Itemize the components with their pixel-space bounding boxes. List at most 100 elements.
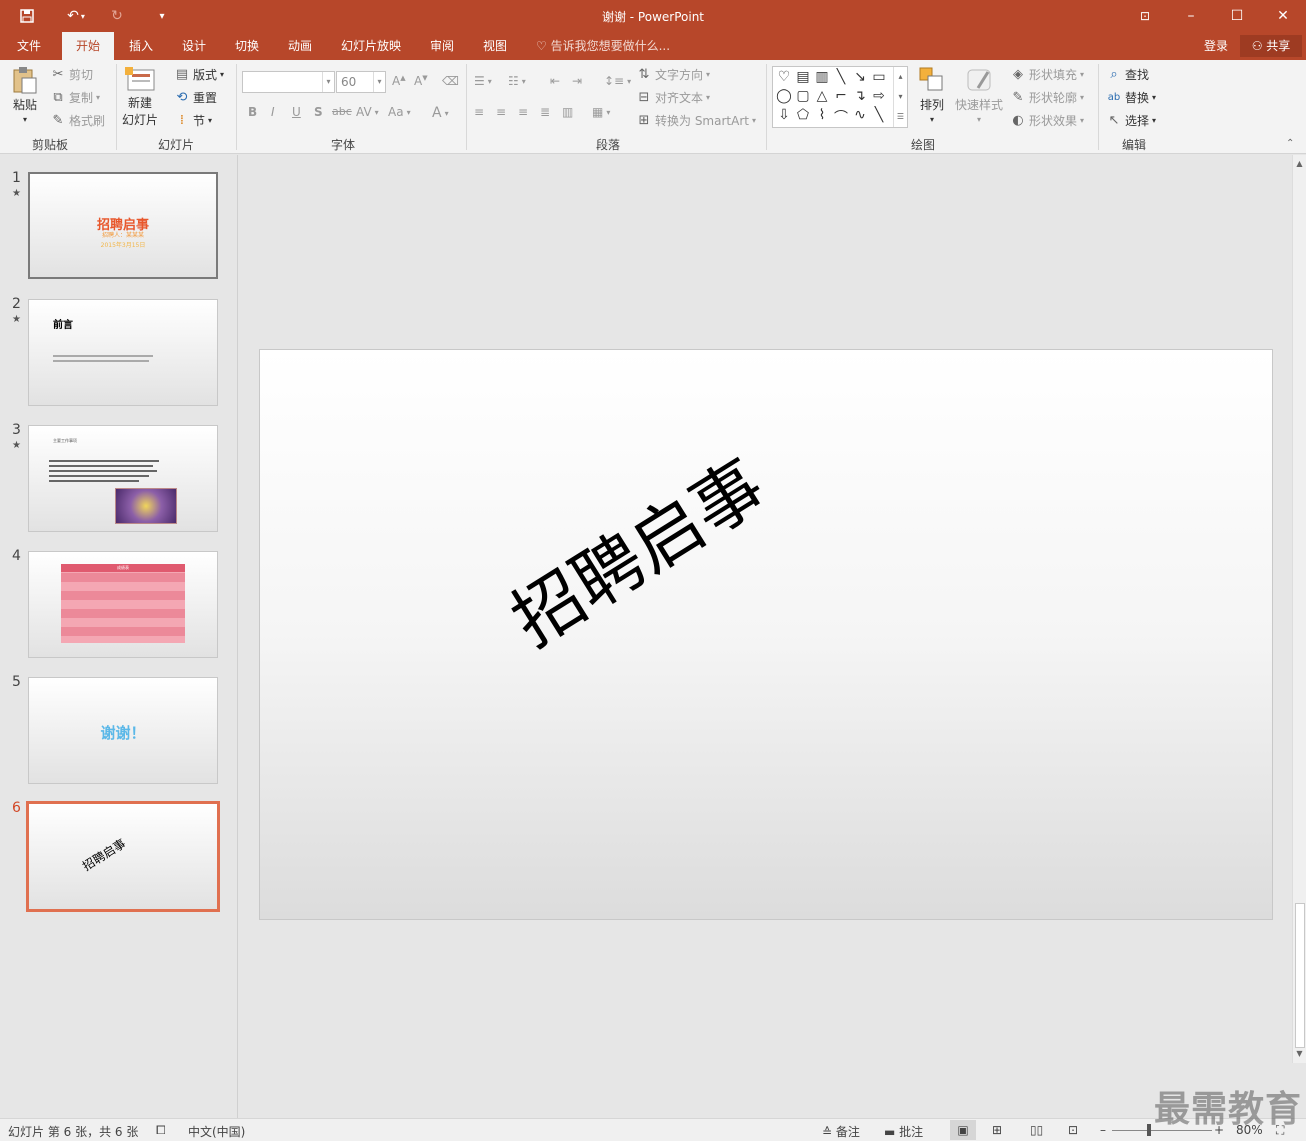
reading-view-icon[interactable]: ▯▯ [1030, 1123, 1043, 1137]
font-color-button[interactable]: A ▾ [432, 105, 449, 121]
align-text-button[interactable]: ⊟ 对齐文本 ▾ [636, 89, 710, 106]
smartart-button[interactable]: ⊞ 转换为 SmartArt ▾ [636, 112, 756, 129]
bullets-button[interactable]: ☰ ▾ [474, 74, 492, 88]
shapes-gallery[interactable]: ♡ ▤ ▥ ╲ ↘ ▭ ◯ ▢ △ ⌐ ↴ ⇨ ⇩ ⬠ ⌇ ⌒ ∿ ╲ ▴ ▾ ☰ [772, 66, 908, 128]
slide-sorter-icon[interactable]: ⊞ [992, 1123, 1002, 1137]
decrease-indent-button[interactable]: ⇤ [550, 74, 560, 88]
ribbon-display-icon[interactable]: ⊡ [1122, 0, 1168, 32]
tab-view[interactable]: 视图 [472, 32, 518, 60]
slideshow-icon[interactable]: ⊡ [1068, 1123, 1078, 1137]
tab-home[interactable]: 开始 [62, 32, 114, 60]
bold-button[interactable]: B [248, 105, 257, 119]
italic-button[interactable]: I [271, 105, 275, 119]
arc-shape-icon[interactable]: ⌒ [832, 107, 850, 127]
char-spacing-button[interactable]: AV ▾ [356, 105, 379, 119]
spellcheck-icon[interactable]: ⧠ [156, 1123, 166, 1138]
line-shape-icon[interactable]: ╲ [832, 69, 850, 85]
columns-button[interactable]: ▦ ▾ [592, 105, 610, 119]
elbow-connector-icon[interactable]: ⌐ [832, 88, 850, 104]
rectangle-shape-icon[interactable]: ▭ [870, 69, 888, 85]
slide-thumbnail-3[interactable]: 主要工作事项 [28, 425, 218, 532]
align-right-button[interactable]: ≡ [518, 105, 528, 119]
scroll-thumb[interactable] [1295, 903, 1305, 1048]
share-button[interactable]: ⚇ 共享 [1240, 35, 1302, 57]
collapse-ribbon-icon[interactable]: ⌃ [1286, 138, 1294, 149]
scribble-shape-icon[interactable]: ⌇ [813, 107, 831, 123]
slide-thumbnail-5[interactable]: 谢谢！ [28, 677, 218, 784]
heart-shape-icon[interactable]: ♡ [775, 69, 793, 85]
quick-styles-button[interactable]: 快速样式 ▾ [955, 66, 1003, 124]
replace-button[interactable]: ab 替换 ▾ [1106, 89, 1156, 106]
format-painter-button[interactable]: ✎ 格式刷 [50, 112, 105, 129]
scroll-up-icon[interactable]: ▲ [1293, 157, 1306, 171]
current-slide[interactable] [259, 349, 1273, 920]
shape-effects-button[interactable]: ◐ 形状效果 ▾ [1010, 112, 1084, 129]
cut-button[interactable]: ✂ 剪切 [50, 66, 93, 83]
arrow-line-shape-icon[interactable]: ↘ [851, 69, 869, 85]
zoom-out-icon[interactable]: – [1100, 1123, 1106, 1137]
shadow-button[interactable]: S [314, 105, 323, 119]
layout-button[interactable]: ▤ 版式 ▾ [174, 66, 224, 83]
arrange-button[interactable]: 排列 ▾ [918, 66, 946, 124]
oval-shape-icon[interactable]: ◯ [775, 88, 793, 104]
copy-button[interactable]: ⧉ 复制 ▾ [50, 89, 100, 106]
curve-shape-icon[interactable]: ∿ [851, 107, 869, 123]
strikethrough-button[interactable]: abc [332, 105, 352, 118]
clear-format-button[interactable]: ⌫ [442, 74, 459, 88]
down-arrow-shape-icon[interactable]: ⇩ [775, 107, 793, 123]
numbering-button[interactable]: ☷ ▾ [508, 74, 526, 88]
slide-thumbnail-2[interactable]: 前言 [28, 299, 218, 406]
new-slide-button[interactable]: 新建 幻灯片 [122, 66, 158, 128]
textbox-shape-icon[interactable]: ▤ [794, 69, 812, 85]
line-spacing-button[interactable]: ↕≡ ▾ [604, 74, 631, 88]
justify-button[interactable]: ≣ [540, 105, 550, 119]
line2-shape-icon[interactable]: ╲ [870, 107, 888, 123]
align-left-button[interactable]: ≡ [474, 105, 484, 119]
freeform-shape-icon[interactable]: ⬠ [794, 107, 812, 123]
tell-me-search[interactable]: ♡ 告诉我您想要做什么... [536, 32, 670, 60]
chevron-down-icon[interactable]: ▾ [322, 72, 334, 92]
rounded-rect-shape-icon[interactable]: ▢ [794, 88, 812, 104]
maximize-button[interactable]: ☐ [1214, 0, 1260, 32]
tab-file[interactable]: 文件 [6, 32, 52, 60]
slide-thumbnail-6[interactable]: 招聘启事 [26, 801, 220, 912]
section-button[interactable]: ⁞ 节 ▾ [174, 112, 212, 129]
normal-view-icon[interactable]: ▣ [950, 1120, 976, 1140]
language-indicator[interactable]: 中文(中国) [188, 1123, 245, 1140]
grow-font-button[interactable]: A▲ [392, 74, 406, 88]
notes-button[interactable]: ≙ 备注 [822, 1123, 860, 1140]
chevron-down-icon[interactable]: ▾ [373, 72, 385, 92]
vertical-textbox-shape-icon[interactable]: ▥ [813, 69, 831, 85]
find-button[interactable]: ⌕ 查找 [1106, 66, 1149, 83]
tab-insert[interactable]: 插入 [118, 32, 164, 60]
change-case-button[interactable]: Aa ▾ [388, 105, 411, 119]
underline-button[interactable]: U [292, 105, 301, 119]
tab-animations[interactable]: 动画 [277, 32, 323, 60]
shape-outline-button[interactable]: ✎ 形状轮廓 ▾ [1010, 89, 1084, 106]
slide-thumbnail-1[interactable]: 招聘启事 招聘人：某某某 2015年3月15日 [28, 172, 218, 279]
triangle-shape-icon[interactable]: △ [813, 88, 831, 104]
increase-indent-button[interactable]: ⇥ [572, 74, 582, 88]
font-name-combo[interactable]: ▾ [242, 71, 335, 93]
font-size-combo[interactable]: 60 ▾ [336, 71, 386, 93]
zoom-slider-thumb[interactable] [1147, 1124, 1151, 1136]
close-button[interactable]: ✕ [1260, 0, 1306, 32]
text-direction-button[interactable]: ⇅ 文字方向 ▾ [636, 66, 710, 83]
shape-fill-button[interactable]: ◈ 形状填充 ▾ [1010, 66, 1084, 83]
paste-button[interactable]: 粘贴 ▾ [12, 66, 38, 124]
slide-thumbnail-4[interactable]: 成绩表 [28, 551, 218, 658]
right-arrow-shape-icon[interactable]: ⇨ [870, 88, 888, 104]
tab-transitions[interactable]: 切换 [224, 32, 270, 60]
gallery-scroll[interactable]: ▴ ▾ ☰ [893, 67, 907, 127]
select-button[interactable]: ↖ 选择 ▾ [1106, 112, 1156, 129]
align-center-button[interactable]: ≡ [496, 105, 506, 119]
tab-review[interactable]: 审阅 [419, 32, 465, 60]
shrink-font-button[interactable]: A▼ [414, 74, 428, 88]
minimize-button[interactable]: – [1168, 0, 1214, 32]
vertical-scrollbar[interactable]: ▲ ▼ [1292, 155, 1306, 1063]
scroll-down-icon[interactable]: ▼ [1293, 1047, 1306, 1061]
elbow-arrow-icon[interactable]: ↴ [851, 88, 869, 104]
tab-design[interactable]: 设计 [171, 32, 217, 60]
distributed-button[interactable]: ▥ [562, 105, 573, 119]
comments-button[interactable]: ▬ 批注 [884, 1123, 923, 1140]
